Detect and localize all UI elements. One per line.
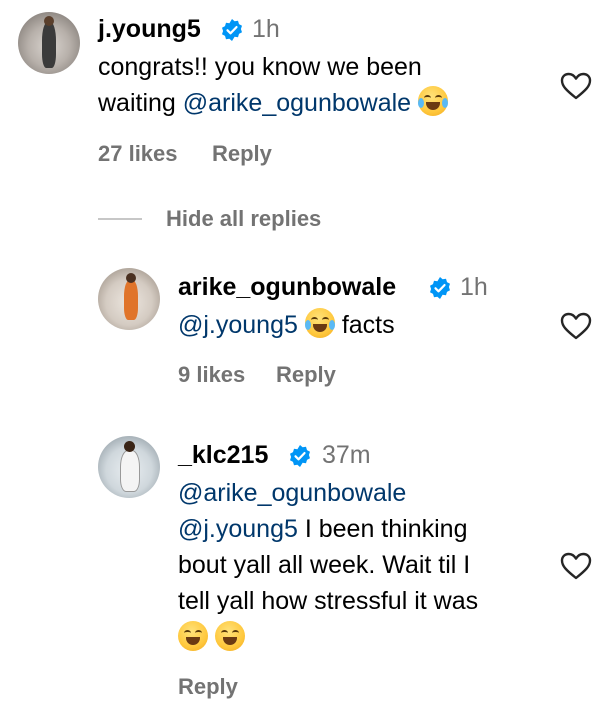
grinning-squinting-face-emoji <box>178 621 208 651</box>
mention-link[interactable]: @j.young5 <box>178 311 298 339</box>
mention-link[interactable]: @j.young5 <box>178 515 298 543</box>
face-with-tears-of-joy-emoji <box>304 308 335 338</box>
verified-badge-icon <box>430 277 450 299</box>
comment-text-line: @j.young5 facts <box>178 307 395 343</box>
comment-text: I been thinking <box>297 515 468 543</box>
heart-icon[interactable] <box>560 552 592 580</box>
mention-link[interactable]: @arike_ogunbowale <box>178 475 406 511</box>
comment-username[interactable]: _klc215 <box>178 440 268 470</box>
comment-time: 37m <box>322 441 371 469</box>
face-with-tears-of-joy-emoji <box>418 86 449 116</box>
comment-time: 1h <box>252 15 280 43</box>
likes-count[interactable]: 9 likes <box>178 361 245 389</box>
verified-badge-icon <box>222 19 242 41</box>
comment-text: facts <box>341 311 395 339</box>
replies-divider-line <box>98 218 142 220</box>
hide-replies-button[interactable]: Hide all replies <box>166 205 321 233</box>
comment-text-line: congrats!! you know we been <box>98 53 422 81</box>
comment-username[interactable]: j.young5 <box>98 14 201 44</box>
likes-count[interactable]: 27 likes <box>98 140 178 168</box>
avatar-j-young5[interactable] <box>18 12 80 74</box>
heart-icon[interactable] <box>560 312 592 340</box>
heart-icon[interactable] <box>560 72 592 100</box>
grinning-squinting-face-emoji <box>214 621 245 651</box>
comment-text-line: @j.young5 I been thinking <box>178 511 467 547</box>
comment-username[interactable]: arike_ogunbowale <box>178 272 396 302</box>
verified-badge-icon <box>290 445 310 467</box>
comment-emoji-line <box>178 620 245 656</box>
reply-button[interactable]: Reply <box>178 673 238 701</box>
comment-time: 1h <box>460 273 488 301</box>
reply-button[interactable]: Reply <box>276 361 336 389</box>
mention-link[interactable]: @arike_ogunbowale <box>183 89 411 117</box>
comment-text-line: bout yall all week. Wait til I <box>178 551 471 579</box>
avatar-arike-ogunbowale[interactable] <box>98 268 160 330</box>
reply-button[interactable]: Reply <box>212 140 272 168</box>
comment-text-line: tell yall how stressful it was <box>178 587 479 615</box>
comment-text-line: waiting @arike_ogunbowale <box>98 85 449 121</box>
comment-text: waiting <box>98 89 183 117</box>
avatar-klc215[interactable] <box>98 436 160 498</box>
